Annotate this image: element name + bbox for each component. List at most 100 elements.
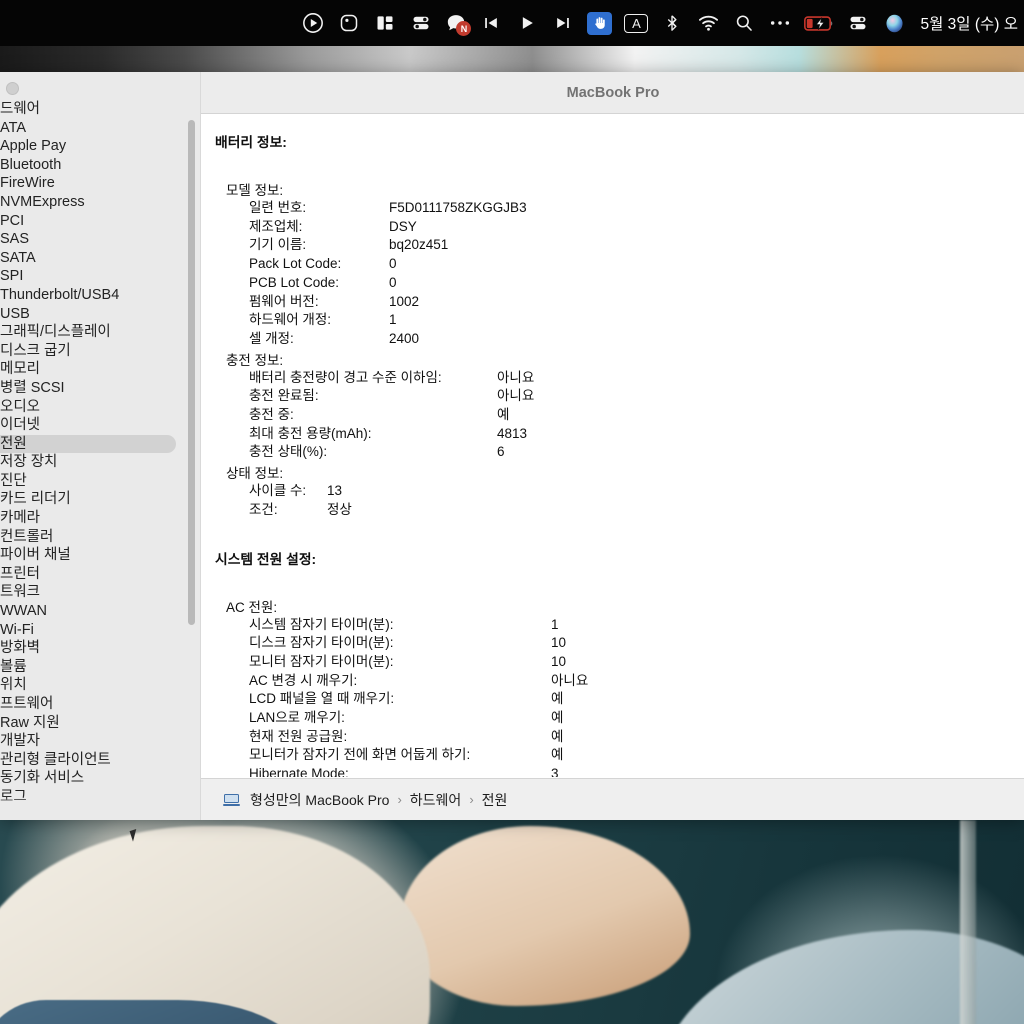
sidebar-item-spi[interactable]: SPI	[0, 267, 200, 286]
report-row: LAN으로 깨우기: 예	[201, 709, 1024, 728]
sidebar-item-프트웨어[interactable]: 프트웨어	[0, 695, 200, 714]
report-document: 배터리 정보: 모델 정보: 일련 번호: F5D0111758ZKGGJB3 제조…	[201, 115, 1024, 777]
sidebar-item-드웨어[interactable]: 드웨어	[0, 100, 200, 119]
report-row-value: 0	[389, 274, 397, 290]
sidebar-item-메모리[interactable]: 메모리	[0, 360, 200, 379]
sidebar-item-컨트롤러[interactable]: 컨트롤러	[0, 528, 200, 547]
report-row-value: DSY	[389, 218, 417, 234]
report-row-label: 최대 충전 용량(mAh):	[249, 425, 372, 441]
menu-more-icon[interactable]	[762, 0, 798, 46]
sidebar-item-thunderbolt-usb4[interactable]: Thunderbolt/USB4	[0, 286, 200, 305]
notification-bubble-icon[interactable]: N	[439, 0, 473, 46]
sidebar-item-wi-fi[interactable]: Wi-Fi	[0, 621, 200, 640]
report-row: 모니터가 잠자기 전에 화면 어둡게 하기: 예	[201, 746, 1024, 765]
hand-tool-icon[interactable]	[581, 0, 618, 46]
report-row: 충전 완료됨: 아니요	[201, 387, 1024, 406]
report-row-label: 충전 중:	[249, 407, 294, 423]
sidebar-item-wwan[interactable]: WWAN	[0, 602, 200, 621]
sidebar-item-동기화-서비스[interactable]: 동기화 서비스	[0, 769, 200, 788]
sidebar-scrollbar[interactable]	[188, 120, 195, 625]
breadcrumb-device[interactable]: 형성만의 MacBook Pro	[250, 790, 389, 810]
report-row-value: 아니요	[497, 388, 535, 404]
sidebar-item-카메라[interactable]: 카메라	[0, 509, 200, 528]
breadcrumb-item[interactable]: 전원	[482, 790, 508, 810]
wifi-icon[interactable]	[690, 0, 726, 46]
report-row: 모니터 잠자기 타이머(분): 10	[201, 653, 1024, 672]
sidebar-item-위치[interactable]: 위치	[0, 676, 200, 695]
sidebar-item-그래픽-디스플레이[interactable]: 그래픽/디스플레이	[0, 323, 200, 342]
bluetooth-icon[interactable]	[654, 0, 690, 46]
sidebar-item-디스크-굽기[interactable]: 디스크 굽기	[0, 342, 200, 361]
battery-charging-icon[interactable]	[798, 0, 840, 46]
report-row-value: bq20z451	[389, 237, 449, 253]
sidebar: 드웨어 ATA Apple Pay Bluetooth FireWire NVMExpre…	[0, 72, 200, 820]
report-row: 디스크 잠자기 타이머(분): 10	[201, 634, 1024, 653]
sidebar-item-pci[interactable]: PCI	[0, 212, 200, 231]
sidebar-item-파이버-채널[interactable]: 파이버 채널	[0, 546, 200, 565]
sidebar-item-ata[interactable]: ATA	[0, 119, 200, 138]
report-row-value: 1	[389, 312, 397, 328]
sidebar-item-방화벽[interactable]: 방화벽	[0, 639, 200, 658]
sidebar-item-저장-장치[interactable]: 저장 장치	[0, 453, 200, 472]
sidebar-item-sata[interactable]: SATA	[0, 249, 200, 268]
sidebar-item-sas[interactable]: SAS	[0, 230, 200, 249]
next-track-icon[interactable]	[545, 0, 581, 46]
report-row-value: 3	[551, 766, 559, 777]
sidebar-item-usb[interactable]: USB	[0, 305, 200, 324]
screen-recorder-icon[interactable]	[331, 0, 367, 46]
report-row-label: 조건:	[249, 501, 278, 517]
sidebar-item-apple-pay[interactable]: Apple Pay	[0, 137, 200, 156]
report-row-label: 제조업체:	[249, 218, 303, 234]
menubar-clock[interactable]: 5월 3일 (수) 오	[912, 12, 1022, 34]
window-zoom-button[interactable]	[6, 82, 19, 95]
sidebar-item-카드-리더기[interactable]: 카드 리더기	[0, 490, 200, 509]
report-row-value: 2400	[389, 330, 420, 346]
sidebar-item-트워크[interactable]: 트워크	[0, 583, 200, 602]
sidebar-item-프린터[interactable]: 프린터	[0, 565, 200, 584]
sidebar-item-firewire[interactable]: FireWire	[0, 174, 200, 193]
sidebar-item-label: 동기화 서비스	[0, 770, 85, 787]
report-row-value: 6	[497, 444, 505, 460]
split-view-icon[interactable]	[367, 0, 403, 46]
report-row: Pack Lot Code: 0	[201, 255, 1024, 274]
report-row-label: 펌웨어 버전:	[249, 293, 319, 309]
report-row-label: 모니터 잠자기 타이머(분):	[249, 653, 394, 669]
report-row: 셀 개정: 2400	[201, 330, 1024, 349]
spotlight-search-icon[interactable]	[726, 0, 762, 46]
sidebar-item-오디오[interactable]: 오디오	[0, 398, 200, 417]
input-source-icon[interactable]: A	[618, 0, 654, 46]
model-group-title: 모델 정보:	[226, 183, 284, 198]
quicktime-play-icon[interactable]	[295, 0, 331, 46]
sidebar-item-전원[interactable]: 전원	[0, 434, 176, 454]
previous-track-icon[interactable]	[473, 0, 509, 46]
report-row-label: Hibernate Mode:	[249, 766, 349, 777]
play-icon[interactable]	[509, 0, 545, 46]
report-row: 시스템 잠자기 타이머(분): 1	[201, 616, 1024, 635]
sidebar-item-raw-지원[interactable]: Raw 지원	[0, 714, 200, 733]
sidebar-item-label: Wi-Fi	[0, 621, 34, 638]
charge-group-title: 충전 정보:	[226, 352, 284, 368]
sidebar-item-label: 저장 장치	[0, 454, 58, 471]
sidebar-item-bluetooth[interactable]: Bluetooth	[0, 156, 200, 175]
sidebar-item-개발자[interactable]: 개발자	[0, 732, 200, 751]
control-sliders-icon[interactable]	[403, 0, 439, 46]
report-row-value: 1002	[389, 293, 420, 309]
system-information-window: 드웨어 ATA Apple Pay Bluetooth FireWire NVMExpre…	[0, 72, 1024, 820]
report-row-label: AC 변경 시 깨우기:	[249, 672, 358, 688]
sidebar-item-이더넷[interactable]: 이더넷	[0, 416, 200, 435]
breadcrumb-category[interactable]: 하드웨어	[410, 790, 462, 810]
control-center-icon[interactable]	[840, 0, 876, 46]
sidebar-item-label: SPI	[0, 268, 24, 285]
sidebar-item-볼륨[interactable]: 볼륨	[0, 658, 200, 677]
sidebar-item-nvmexpress[interactable]: NVMExpress	[0, 193, 200, 212]
siri-icon[interactable]	[876, 0, 912, 46]
report-row-value: 아니요	[551, 672, 589, 688]
sidebar-item-병렬-scsi[interactable]: 병렬 SCSI	[0, 379, 200, 398]
sidebar-item-진단[interactable]: 진단	[0, 472, 200, 491]
sidebar-item-label: Apple Pay	[0, 138, 67, 155]
report-row-label: 디스크 잠자기 타이머(분):	[249, 635, 394, 651]
report-row-value: 예	[497, 407, 510, 423]
sidebar-item-label: ATA	[0, 119, 27, 136]
sidebar-item-관리형-클라이언트[interactable]: 관리형 클라이언트	[0, 751, 200, 770]
sidebar-item-label: 관리형 클라이언트	[0, 751, 111, 768]
